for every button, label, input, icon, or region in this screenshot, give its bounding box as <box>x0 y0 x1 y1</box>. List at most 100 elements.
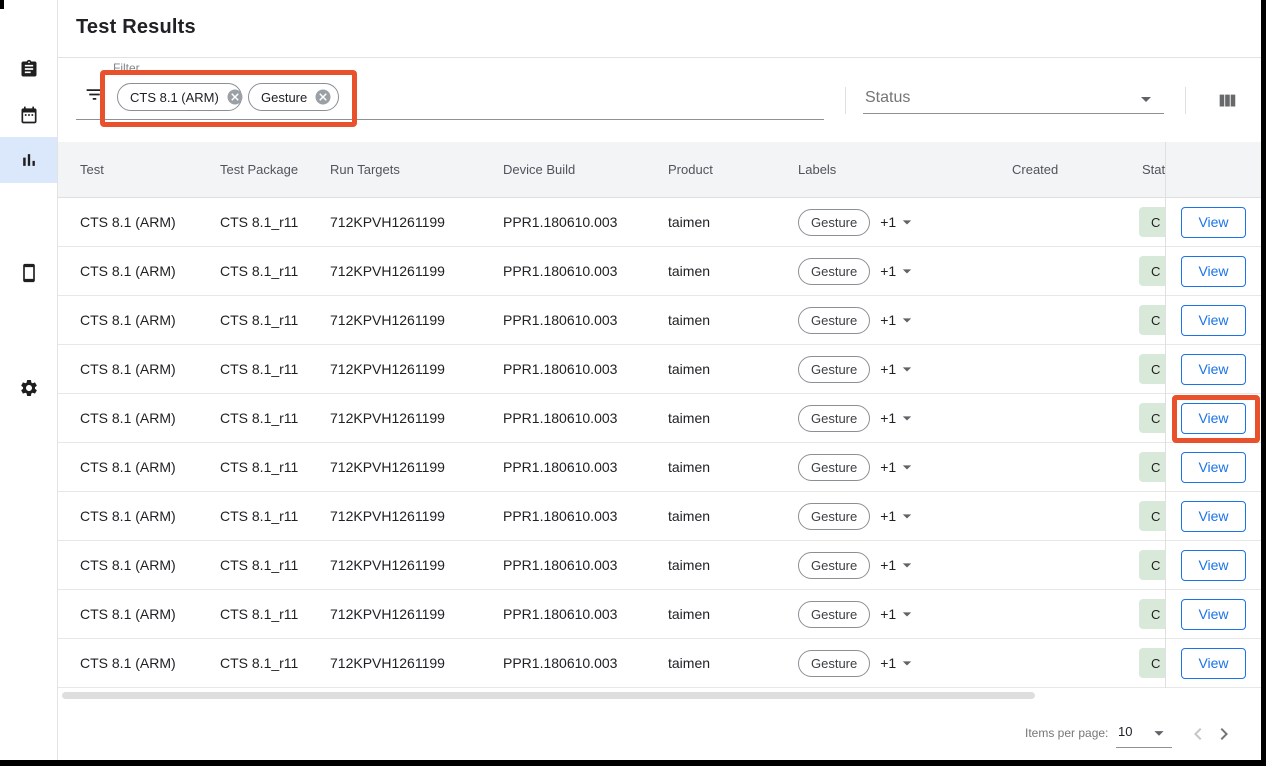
chevron-down-icon[interactable] <box>897 653 917 673</box>
sidebar-item-schedule[interactable] <box>0 92 57 138</box>
column-header-device-build[interactable]: Device Build <box>503 162 668 177</box>
chevron-down-icon[interactable] <box>897 457 917 477</box>
labels-more-count[interactable]: +1 <box>880 557 896 573</box>
view-button[interactable]: View <box>1181 648 1246 679</box>
labels-more-count[interactable]: +1 <box>880 606 896 622</box>
cell-status: C <box>1142 207 1165 237</box>
filter-chip-label: CTS 8.1 (ARM) <box>130 90 219 105</box>
filter-chip[interactable]: CTS 8.1 (ARM) <box>117 83 242 111</box>
view-columns-icon[interactable] <box>1216 90 1238 112</box>
view-cell: View <box>1166 443 1261 492</box>
chevron-down-icon[interactable] <box>897 555 917 575</box>
view-cell: View <box>1166 590 1261 639</box>
cell-device-build: PPR1.180610.003 <box>503 312 668 328</box>
chevron-down-icon[interactable] <box>897 212 917 232</box>
chevron-down-icon[interactable] <box>897 408 917 428</box>
column-header-product[interactable]: Product <box>668 162 798 177</box>
table-row: CTS 8.1 (ARM)CTS 8.1_r11712KPVH1261199PP… <box>58 394 1165 443</box>
status-select[interactable]: Status <box>865 89 910 107</box>
cell-product: taimen <box>668 606 798 622</box>
cell-status: C <box>1142 354 1165 384</box>
view-button[interactable]: View <box>1181 256 1246 287</box>
cell-labels: Gesture+1 <box>798 356 1012 383</box>
table-row: CTS 8.1 (ARM)CTS 8.1_r11712KPVH1261199PP… <box>58 247 1165 296</box>
cell-test-package: CTS 8.1_r11 <box>220 508 330 524</box>
cell-run-targets: 712KPVH1261199 <box>330 459 503 475</box>
labels-more-count[interactable]: +1 <box>880 508 896 524</box>
labels-more-count[interactable]: +1 <box>880 312 896 328</box>
items-per-page-label: Items per page: <box>1025 726 1108 740</box>
view-button[interactable]: View <box>1181 452 1246 483</box>
cell-run-targets: 712KPVH1261199 <box>330 214 503 230</box>
chevron-down-icon[interactable] <box>1134 87 1158 111</box>
table-row: CTS 8.1 (ARM)CTS 8.1_r11712KPVH1261199PP… <box>58 296 1165 345</box>
column-header-run-targets[interactable]: Run Targets <box>330 162 503 177</box>
title-divider <box>58 57 1261 58</box>
view-button[interactable]: View <box>1181 354 1246 385</box>
view-cell: View <box>1166 198 1261 247</box>
table-row: CTS 8.1 (ARM)CTS 8.1_r11712KPVH1261199PP… <box>58 590 1165 639</box>
view-button[interactable]: View <box>1181 305 1246 336</box>
cell-device-build: PPR1.180610.003 <box>503 214 668 230</box>
chevron-down-icon[interactable] <box>897 604 917 624</box>
cell-product: taimen <box>668 410 798 426</box>
chevron-down-icon[interactable] <box>897 359 917 379</box>
chevron-down-icon[interactable] <box>897 261 917 281</box>
frozen-column-divider <box>1165 142 1166 688</box>
sidebar-item-test-results[interactable] <box>0 137 57 183</box>
view-button[interactable]: View <box>1181 501 1246 532</box>
labels-more-count[interactable]: +1 <box>880 655 896 671</box>
view-cell: View <box>1166 247 1261 296</box>
chevron-down-icon[interactable] <box>897 310 917 330</box>
remove-circle-icon[interactable] <box>314 88 332 106</box>
screen-edge <box>0 0 4 9</box>
cell-test: CTS 8.1 (ARM) <box>80 312 220 328</box>
chevron-down-icon[interactable] <box>897 506 917 526</box>
column-header-test-package[interactable]: Test Package <box>220 162 330 177</box>
table-rows: CTS 8.1 (ARM)CTS 8.1_r11712KPVH1261199PP… <box>58 198 1165 688</box>
chevron-left-icon[interactable] <box>1186 722 1210 746</box>
column-header-status[interactable]: Status <box>1142 162 1165 177</box>
sidebar-item-settings[interactable] <box>0 365 57 411</box>
cell-labels: Gesture+1 <box>798 454 1012 481</box>
cell-labels: Gesture+1 <box>798 650 1012 677</box>
labels-more-count[interactable]: +1 <box>880 214 896 230</box>
status-chip: C <box>1139 452 1165 482</box>
cell-test: CTS 8.1 (ARM) <box>80 361 220 377</box>
cell-device-build: PPR1.180610.003 <box>503 508 668 524</box>
labels-more-count[interactable]: +1 <box>880 263 896 279</box>
view-column: View View View View View View View View View View <box>1166 142 1261 688</box>
table-row: CTS 8.1 (ARM)CTS 8.1_r11712KPVH1261199PP… <box>58 492 1165 541</box>
items-per-page-select[interactable]: 10 <box>1118 724 1132 739</box>
labels-more-count[interactable]: +1 <box>880 410 896 426</box>
cell-device-build: PPR1.180610.003 <box>503 361 668 377</box>
status-chip: C <box>1139 256 1165 286</box>
view-button[interactable]: View <box>1181 403 1246 434</box>
status-chip: C <box>1139 501 1165 531</box>
table-row: CTS 8.1 (ARM)CTS 8.1_r11712KPVH1261199PP… <box>58 443 1165 492</box>
view-button[interactable]: View <box>1181 207 1246 238</box>
view-button[interactable]: View <box>1181 550 1246 581</box>
cell-test-package: CTS 8.1_r11 <box>220 655 330 671</box>
horizontal-scrollbar[interactable] <box>62 692 1035 699</box>
labels-more-count[interactable]: +1 <box>880 459 896 475</box>
column-header-test[interactable]: Test <box>80 162 220 177</box>
cell-test-package: CTS 8.1_r11 <box>220 312 330 328</box>
status-chip: C <box>1139 599 1165 629</box>
column-header-created[interactable]: Created <box>1012 162 1142 177</box>
chevron-right-icon[interactable] <box>1212 722 1236 746</box>
filter-chip[interactable]: Gesture <box>248 83 339 111</box>
cell-status: C <box>1142 403 1165 433</box>
view-cell: View <box>1166 394 1261 443</box>
remove-circle-icon[interactable] <box>226 88 244 106</box>
cell-device-build: PPR1.180610.003 <box>503 606 668 622</box>
sidebar-item-test-runs[interactable] <box>0 46 57 92</box>
column-header-labels[interactable]: Labels <box>798 162 1012 177</box>
status-chip: C <box>1139 403 1165 433</box>
table-row: CTS 8.1 (ARM)CTS 8.1_r11712KPVH1261199PP… <box>58 541 1165 590</box>
labels-more-count[interactable]: +1 <box>880 361 896 377</box>
sidebar-item-devices[interactable] <box>0 250 57 296</box>
view-button[interactable]: View <box>1181 599 1246 630</box>
chevron-down-icon[interactable] <box>1148 722 1170 744</box>
cell-test: CTS 8.1 (ARM) <box>80 459 220 475</box>
